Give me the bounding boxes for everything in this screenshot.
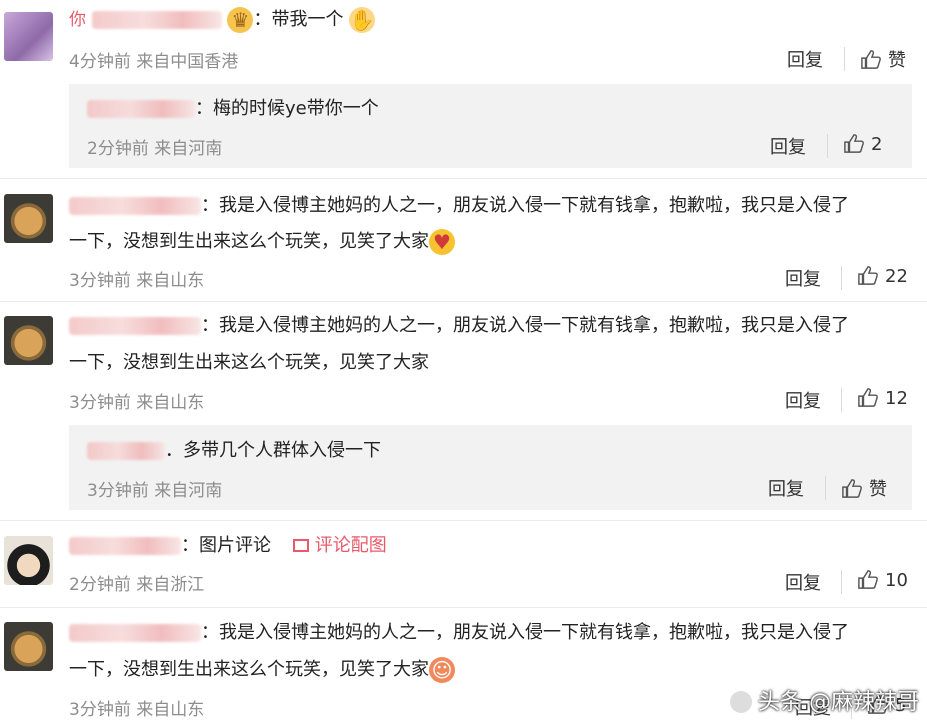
comment-text: 我是入侵博主她妈的人之一，朋友说入侵一下就有钱拿，抱歉啦，我只是入侵了: [219, 622, 849, 643]
comment-2: ：我是入侵博主她妈的人之一，朋友说入侵一下就有钱拿，抱歉啦，我只是入侵了 一下，…: [0, 180, 927, 300]
like-count: 赞: [869, 479, 887, 500]
thumbs-up-icon: [844, 134, 864, 153]
avatar[interactable]: [4, 316, 53, 365]
image-link[interactable]: 评论配图: [292, 535, 387, 556]
like-button[interactable]: 赞: [860, 46, 906, 72]
comment-text: 带我一个: [271, 9, 344, 30]
comment-text-line: 一下，没想到生出来这么个玩笑，见笑了大家: [69, 344, 429, 382]
like-count: 12: [885, 388, 908, 409]
reply-button[interactable]: 回复: [770, 133, 806, 159]
comment-text: 一下，没想到生出来这么个玩笑，见笑了大家: [69, 659, 429, 680]
reply-button[interactable]: 回复: [768, 475, 804, 501]
divider: [841, 570, 842, 594]
like-count: 赞: [888, 50, 906, 71]
comment-4: ：图片评论 评论配图 2分钟前 来自浙江 回复 10: [0, 522, 927, 607]
comment-text-line: 一下，没想到生出来这么个玩笑，见笑了大家 ♥: [69, 223, 455, 261]
blurred-username: [69, 537, 181, 555]
comment-text-line: 一下，没想到生出来这么个玩笑，见笑了大家 ☺: [69, 651, 455, 689]
comment-text-line: ：我是入侵博主她妈的人之一，朋友说入侵一下就有钱拿，抱歉啦，我只是入侵了: [69, 187, 849, 225]
comment-3: ：我是入侵博主她妈的人之一，朋友说入侵一下就有钱拿，抱歉啦，我只是入侵了 一下，…: [0, 303, 927, 418]
comment-text: 图片评论: [199, 535, 271, 556]
blurred-username: [69, 197, 201, 215]
ok-hand-emoji-icon: ✋: [349, 7, 376, 33]
comment-text: 我是入侵博主她妈的人之一，朋友说入侵一下就有钱拿，抱歉啦，我只是入侵了: [219, 315, 849, 336]
comment-meta: 3分钟前 来自山东: [69, 393, 205, 413]
sub-reply-meta: 2分钟前 来自河南: [87, 139, 223, 159]
thumbs-up-icon: [858, 388, 878, 407]
thumbs-up-icon: [858, 570, 878, 589]
sub-reply-meta: 3分钟前 来自河南: [87, 481, 223, 501]
blurred-username: [69, 317, 201, 335]
divider: [827, 134, 828, 158]
like-button[interactable]: 10: [857, 569, 908, 591]
reply-button[interactable]: 回复: [785, 569, 821, 595]
divider: [844, 47, 845, 71]
avatar[interactable]: [4, 12, 53, 61]
like-button[interactable]: 2: [843, 133, 882, 155]
sub-reply-text-line: ．多带几个人群体入侵一下: [87, 432, 381, 470]
avatar[interactable]: [4, 194, 53, 243]
comment-divider: [0, 301, 927, 302]
sub-reply-text-line: ：梅的时候ye带你一个: [87, 90, 379, 128]
comment-meta: 4分钟前 来自中国香港: [69, 52, 239, 72]
like-button[interactable]: 12: [857, 387, 908, 409]
sub-reply-box: ．多带几个人群体入侵一下 3分钟前 来自河南 回复 赞: [69, 425, 912, 510]
username[interactable]: 你: [69, 1, 86, 39]
reply-button[interactable]: 回复: [787, 46, 823, 72]
avatar[interactable]: [4, 622, 53, 671]
divider: [841, 388, 842, 412]
face-emoji-icon: ☺: [429, 657, 455, 683]
reply-button[interactable]: 回复: [785, 265, 821, 291]
thumbs-up-icon: [842, 479, 862, 498]
comment-text-line: ：我是入侵博主她妈的人之一，朋友说入侵一下就有钱拿，抱歉啦，我只是入侵了: [69, 614, 849, 652]
comment-text: 一下，没想到生出来这么个玩笑，见笑了大家: [69, 231, 429, 252]
sub-reply-text: 梅的时候ye带你一个: [213, 98, 379, 119]
sub-reply-text: 多带几个人群体入侵一下: [183, 440, 381, 461]
blurred-username: [87, 442, 165, 460]
kiss-emoji-icon: ♥: [429, 229, 455, 255]
reply-button[interactable]: 回复: [785, 387, 821, 413]
like-count: 2: [871, 134, 883, 155]
divider: [841, 266, 842, 290]
picture-icon: [292, 539, 309, 552]
wechat-logo-icon: [730, 691, 752, 713]
thumbs-up-icon: [861, 50, 881, 69]
watermark-text: 头条 @麻辣辣哥: [758, 690, 919, 715]
comment-meta: 3分钟前 来自山东: [69, 271, 205, 291]
blurred-username: [69, 624, 201, 642]
thumbs-up-icon: [858, 266, 878, 285]
crown-emoji-icon: ♛: [227, 7, 254, 33]
comment-text: 我是入侵博主她妈的人之一，朋友说入侵一下就有钱拿，抱歉啦，我只是入侵了: [219, 195, 849, 216]
sub-reply-box: ：梅的时候ye带你一个 2分钟前 来自河南 回复 2: [69, 84, 912, 168]
comment-text-line: ：图片评论 评论配图: [69, 527, 387, 565]
divider: [825, 476, 826, 500]
image-link-label: 评论配图: [314, 535, 387, 556]
like-count: 22: [885, 266, 908, 287]
comment-1: 你 ♛ ：带我一个 ✋ 4分钟前 来自中国香港 回复 赞: [0, 0, 927, 80]
comment-divider: [0, 520, 927, 521]
comment-meta: 3分钟前 来自山东: [69, 700, 205, 720]
watermark: 头条 @麻辣辣哥: [730, 684, 919, 716]
comment-divider: [0, 607, 927, 608]
blurred-username: [91, 11, 222, 29]
blurred-username: [87, 100, 195, 118]
avatar[interactable]: [4, 536, 53, 585]
like-button[interactable]: 赞: [841, 475, 887, 501]
comment-text-line: 你 ♛ ：带我一个 ✋: [69, 1, 376, 39]
like-button[interactable]: 22: [857, 265, 908, 287]
comment-divider: [0, 178, 927, 179]
like-count: 10: [885, 570, 908, 591]
comment-text-line: ：我是入侵博主她妈的人之一，朋友说入侵一下就有钱拿，抱歉啦，我只是入侵了: [69, 307, 849, 345]
comment-text: 一下，没想到生出来这么个玩笑，见笑了大家: [69, 352, 429, 373]
comment-meta: 2分钟前 来自浙江: [69, 575, 205, 595]
